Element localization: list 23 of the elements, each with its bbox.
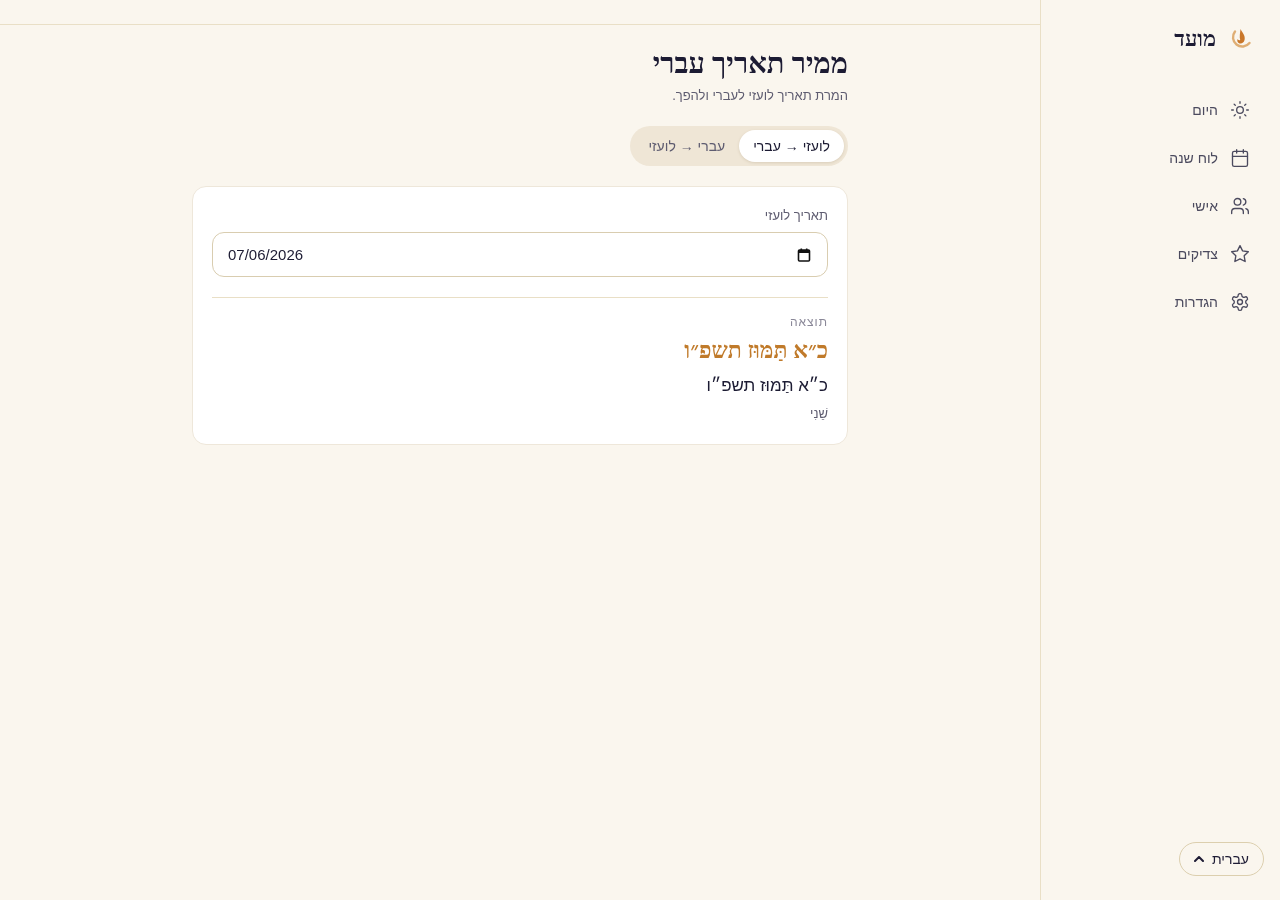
result-label: תוצאה xyxy=(789,314,828,330)
people-icon xyxy=(1230,196,1250,216)
nav-item[interactable]: צדיקים xyxy=(1057,234,1264,274)
app-logo-text: מועד xyxy=(1174,25,1216,53)
field-label: תאריך לועזי xyxy=(764,207,828,225)
sun-icon xyxy=(1230,100,1250,120)
chevron-up-icon xyxy=(1193,856,1204,862)
calendar-icon xyxy=(1230,148,1250,168)
page-subtitle: המרת תאריך לועזי לעברי ולהפך. xyxy=(672,87,848,105)
mode-tab[interactable]: לועזי → עברי xyxy=(739,130,844,162)
settings-icon xyxy=(1230,292,1250,312)
mode-tab[interactable]: עברי → לועזי xyxy=(634,130,740,162)
nav-item[interactable]: הגדרות xyxy=(1057,282,1264,322)
nav-item[interactable]: היום xyxy=(1057,90,1264,130)
star-icon xyxy=(1230,244,1250,264)
nav-item[interactable]: אישי xyxy=(1057,186,1264,226)
hebrew-date-text: כ״א תַּמּוּז תשפ״ו xyxy=(706,375,828,397)
hebrew-date-result: כ״א תַּמּוּז תשפ״ו xyxy=(684,337,828,365)
calendar-icon xyxy=(797,247,811,262)
nav-item[interactable]: לוח שנה xyxy=(1057,138,1264,178)
page-title: ממיר תאריך עברי xyxy=(652,46,848,81)
date-field[interactable]: 07/06/2026 xyxy=(212,232,828,277)
weekday-text: שֵׁנִי xyxy=(810,405,828,423)
